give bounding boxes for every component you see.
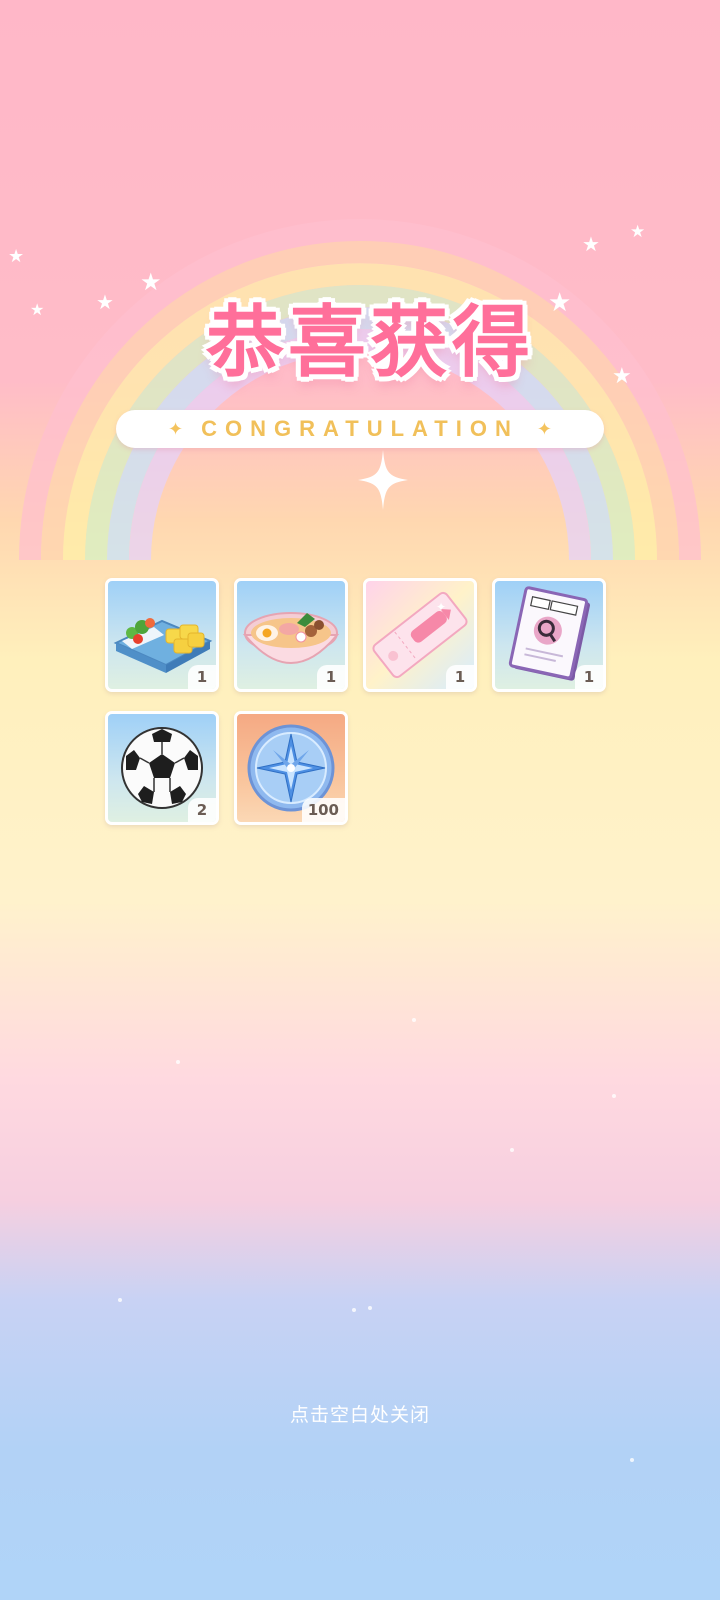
sparkle-dot xyxy=(118,1298,122,1302)
page-title: 恭喜获得 xyxy=(205,298,534,388)
star-icon: ★ xyxy=(612,364,632,389)
star-icon: ★ xyxy=(8,246,25,267)
sparkle-dot xyxy=(412,1018,416,1022)
reward-item-compass-coin[interactable]: 100 xyxy=(234,711,348,825)
reward-quantity: 1 xyxy=(446,665,474,689)
reward-quantity: 100 xyxy=(301,798,345,822)
sparkle-dot xyxy=(510,1148,514,1152)
star-icon: ★ xyxy=(582,232,600,256)
reward-quantity: 1 xyxy=(317,665,345,689)
sparkle-dot xyxy=(176,1060,180,1064)
sparkle-dot xyxy=(612,1094,616,1098)
reward-item-ticket[interactable]: ✦ 1 xyxy=(363,578,477,692)
reward-item-soccer-ball[interactable]: 2 xyxy=(105,711,219,825)
subtitle: CONGRATULATION xyxy=(201,416,519,441)
close-hint[interactable]: 点击空白处关闭 xyxy=(0,1400,720,1427)
reward-screen[interactable]: { "title": "恭喜获得", "subtitle": "CONGRATU… xyxy=(0,0,720,1600)
reward-quantity: 2 xyxy=(188,798,216,822)
star-icon: ★ xyxy=(96,290,114,314)
reward-item-book[interactable]: 1 xyxy=(492,578,606,692)
reward-quantity: 1 xyxy=(575,665,603,689)
sparkle-icon xyxy=(358,450,408,510)
svg-text:✦: ✦ xyxy=(436,600,446,614)
sparkle-dot xyxy=(368,1306,372,1310)
sparkle-icon: ✦ xyxy=(168,418,184,440)
star-icon: ★ xyxy=(30,300,45,319)
sparkle-dot xyxy=(352,1308,356,1312)
sparkle-icon: ✦ xyxy=(536,418,552,440)
reward-item-bento[interactable]: 1 xyxy=(105,578,219,692)
subtitle-ribbon: ✦ CONGRATULATION ✦ xyxy=(116,410,604,448)
star-icon: ★ xyxy=(140,268,162,296)
sparkle-dot xyxy=(630,1458,634,1462)
reward-item-ramen[interactable]: 1 xyxy=(234,578,348,692)
star-icon: ★ xyxy=(630,222,646,242)
reward-quantity: 1 xyxy=(188,665,216,689)
